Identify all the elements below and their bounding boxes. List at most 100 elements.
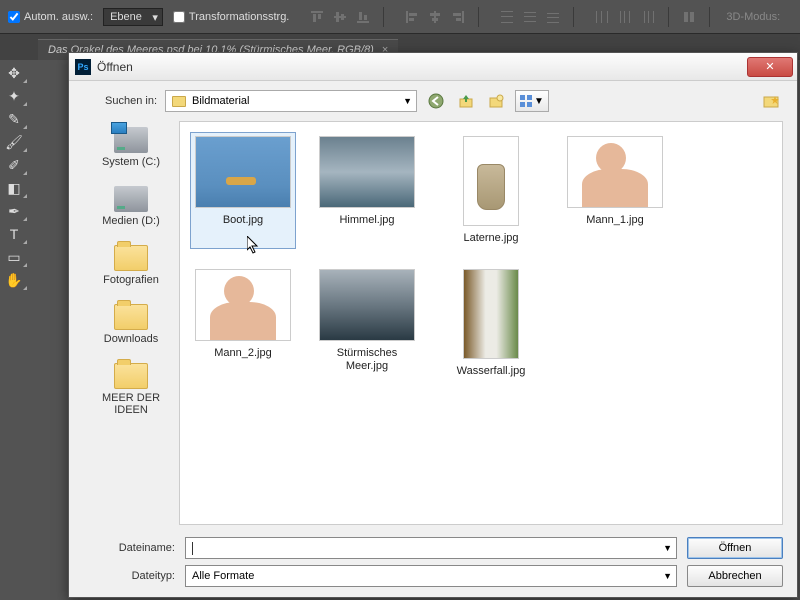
transform-checkbox[interactable]: Transformationsstrg. <box>173 11 289 23</box>
dialog-title: Öffnen <box>97 60 747 74</box>
layer-dropdown[interactable]: Ebene <box>103 8 163 26</box>
file-item[interactable]: Mann_1.jpg <box>562 132 668 249</box>
sidebar-item-label: Fotografien <box>103 274 159 286</box>
align-vcenter-icon[interactable] <box>330 7 350 27</box>
history-brush-tool-icon[interactable]: ✐ <box>0 154 28 176</box>
thumbnail <box>463 269 519 359</box>
separator <box>668 7 669 27</box>
file-name: Himmel.jpg <box>339 214 394 227</box>
eyedropper-tool-icon[interactable]: ✎ <box>0 108 28 130</box>
type-tool-icon[interactable]: T <box>0 223 28 245</box>
filename-label: Dateiname: <box>83 542 175 554</box>
thumbnail <box>319 136 415 208</box>
text-cursor <box>192 542 193 555</box>
align-top-icon[interactable] <box>307 7 327 27</box>
align-bottom-icon[interactable] <box>353 7 373 27</box>
favorites-button[interactable] <box>761 90 783 112</box>
thumbnail <box>195 269 291 341</box>
auto-select-label: Autom. ausw.: <box>24 11 93 23</box>
dialog-toolbar: Suchen in: Bildmaterial ▼ ▼ <box>69 81 797 121</box>
thumbnail <box>195 136 291 208</box>
file-browser[interactable]: Boot.jpg Himmel.jpg Laterne.jpg Mann_1.jpg M… <box>179 121 783 525</box>
sidebar-item[interactable]: MEER DER IDEEN <box>86 363 176 416</box>
separator <box>383 7 384 27</box>
rectangle-tool-icon[interactable]: ▭ <box>0 246 28 268</box>
view-menu-button[interactable]: ▼ <box>515 90 549 112</box>
sidebar-item[interactable]: Fotografien <box>86 245 176 286</box>
options-bar: Autom. ausw.: Ebene Transformationsstrg.… <box>0 0 800 34</box>
open-dialog: Ps Öffnen ✕ Suchen in: Bildmaterial ▼ ▼ … <box>68 52 798 598</box>
distribute-top-icon[interactable] <box>497 7 517 27</box>
file-item[interactable]: Laterne.jpg <box>438 132 544 249</box>
search-in-label: Suchen in: <box>83 95 157 107</box>
pen-tool-icon[interactable]: ✒ <box>0 200 28 222</box>
file-name: Boot.jpg <box>223 214 263 227</box>
filetype-value: Alle Formate <box>192 570 254 582</box>
transform-input[interactable] <box>173 11 185 23</box>
back-button[interactable] <box>425 90 447 112</box>
auto-select-input[interactable] <box>8 11 20 23</box>
folder-icon <box>114 304 148 330</box>
file-name: Wasserfall.jpg <box>457 365 526 378</box>
photoshop-icon: Ps <box>75 59 91 75</box>
distribute-bottom-icon[interactable] <box>543 7 563 27</box>
folder-name: Bildmaterial <box>192 95 249 107</box>
folder-dropdown[interactable]: Bildmaterial ▼ <box>165 90 417 112</box>
thumbnail <box>567 136 663 208</box>
thumbnail <box>463 136 519 226</box>
chevron-down-icon: ▼ <box>403 96 412 106</box>
sidebar-item[interactable]: Downloads <box>86 304 176 345</box>
drive-icon <box>114 186 148 212</box>
file-item[interactable]: Stürmisches Meer.jpg <box>314 265 420 382</box>
filetype-label: Dateityp: <box>83 570 175 582</box>
auto-select-checkbox[interactable]: Autom. ausw.: <box>8 11 93 23</box>
distribute-vcenter-icon[interactable] <box>520 7 540 27</box>
align-hcenter-icon[interactable] <box>425 7 445 27</box>
hand-tool-icon[interactable]: ✋ <box>0 269 28 291</box>
auto-align-icon[interactable] <box>679 7 699 27</box>
cancel-button[interactable]: Abbrechen <box>687 565 783 587</box>
thumbnail <box>319 269 415 341</box>
file-name: Mann_2.jpg <box>214 347 272 360</box>
folder-icon <box>114 245 148 271</box>
filetype-dropdown[interactable]: Alle Formate ▼ <box>185 565 677 587</box>
drive-icon <box>114 127 148 153</box>
file-item[interactable]: Boot.jpg <box>190 132 296 249</box>
align-right-icon[interactable] <box>448 7 468 27</box>
close-button[interactable]: ✕ <box>747 57 793 77</box>
file-item[interactable]: Mann_2.jpg <box>190 265 296 382</box>
filename-input[interactable]: ▼ <box>185 537 677 559</box>
sidebar-item-label: Downloads <box>104 333 158 345</box>
places-sidebar: System (C:) Medien (D:) Fotografien Downloa… <box>83 121 179 525</box>
move-tool-icon[interactable]: ✥ <box>0 62 28 84</box>
up-folder-button[interactable] <box>455 90 477 112</box>
align-buttons <box>307 7 373 27</box>
distribute-buttons <box>497 7 563 27</box>
wand-tool-icon[interactable]: ✦ <box>0 85 28 107</box>
open-button[interactable]: Öffnen <box>687 537 783 559</box>
separator <box>478 7 479 27</box>
dialog-titlebar[interactable]: Ps Öffnen ✕ <box>69 53 797 81</box>
distribute-left-icon[interactable] <box>592 7 612 27</box>
align-left-icon[interactable] <box>402 7 422 27</box>
sidebar-item-label: Medien (D:) <box>102 215 159 227</box>
distribute-buttons-2 <box>592 7 658 27</box>
separator <box>573 7 574 27</box>
file-item[interactable]: Wasserfall.jpg <box>438 265 544 382</box>
mode-3d-label: 3D-Modus: <box>726 11 780 23</box>
file-name: Mann_1.jpg <box>586 214 644 227</box>
distribute-right-icon[interactable] <box>638 7 658 27</box>
sidebar-item[interactable]: System (C:) <box>86 127 176 168</box>
brush-tool-icon[interactable]: 🖌 <box>0 131 28 153</box>
tools-panel: ✥ ✦ ✎ 🖌 ✐ ◧ ✒ T ▭ ✋ <box>0 60 30 293</box>
separator <box>709 7 710 27</box>
chevron-down-icon: ▼ <box>534 96 544 107</box>
gradient-tool-icon[interactable]: ◧ <box>0 177 28 199</box>
sidebar-item[interactable]: Medien (D:) <box>86 186 176 227</box>
folder-icon <box>114 363 148 389</box>
distribute-hcenter-icon[interactable] <box>615 7 635 27</box>
sidebar-item-label: System (C:) <box>102 156 160 168</box>
transform-label: Transformationsstrg. <box>189 11 289 23</box>
file-item[interactable]: Himmel.jpg <box>314 132 420 249</box>
new-folder-button[interactable] <box>485 90 507 112</box>
